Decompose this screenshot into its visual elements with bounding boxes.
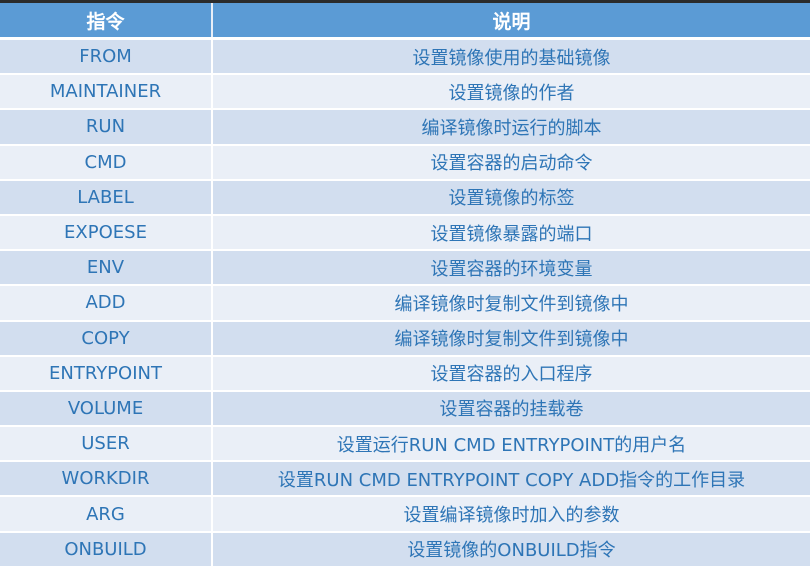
table-row: EXPOESE 设置镜像暴露的端口 [0, 214, 810, 252]
table-row: ADD 编译镜像时复制文件到镜像中 [0, 285, 810, 322]
table-row: VOLUME 设置容器的挂载卷 [0, 390, 810, 428]
instruction-cell: ARG [0, 496, 213, 533]
instruction-cell: ENV [0, 250, 213, 287]
description-cell: 设置容器的挂载卷 [212, 390, 810, 428]
instruction-cell: USER [0, 426, 213, 463]
table-row: WORKDIR 设置RUN CMD ENTRYPOINT COPY ADD指令的工… [0, 461, 810, 498]
description-cell: 设置镜像暴露的端口 [212, 214, 810, 252]
instruction-cell: VOLUME [0, 390, 213, 428]
table-row: ENTRYPOINT 设置容器的入口程序 [0, 355, 810, 392]
instruction-cell: LABEL [0, 179, 213, 216]
instruction-cell: EXPOESE [0, 214, 213, 252]
description-cell: 设置编译镜像时加入的参数 [212, 496, 810, 533]
table-header: 指令 说明 [0, 3, 810, 40]
table-row: ARG 设置编译镜像时加入的参数 [0, 496, 810, 533]
description-cell: 设置镜像的标签 [212, 179, 810, 216]
description-cell: 设置容器的入口程序 [212, 355, 810, 392]
table-row: COPY 编译镜像时复制文件到镜像中 [0, 320, 810, 357]
header-instruction: 指令 [0, 3, 213, 40]
description-cell: 设置运行RUN CMD ENTRYPOINT的用户名 [212, 426, 810, 463]
table-row: ONBUILD 设置镜像的ONBUILD指令 [0, 531, 810, 568]
description-cell: 设置镜像的作者 [212, 74, 810, 111]
instruction-cell: COPY [0, 320, 213, 357]
description-cell: 设置RUN CMD ENTRYPOINT COPY ADD指令的工作目录 [212, 461, 810, 498]
table-row: USER 设置运行RUN CMD ENTRYPOINT的用户名 [0, 426, 810, 463]
description-cell: 编译镜像时运行的脚本 [212, 109, 810, 146]
instruction-cell: MAINTAINER [0, 74, 213, 111]
table-row: RUN 编译镜像时运行的脚本 [0, 109, 810, 146]
description-cell: 设置镜像的ONBUILD指令 [212, 531, 810, 568]
table-row: FROM 设置镜像使用的基础镜像 [0, 38, 810, 76]
description-cell: 编译镜像时复制文件到镜像中 [212, 320, 810, 357]
instruction-cell: CMD [0, 144, 213, 181]
instruction-cell: RUN [0, 109, 213, 146]
table-row: LABEL 设置镜像的标签 [0, 179, 810, 216]
description-cell: 编译镜像时复制文件到镜像中 [212, 285, 810, 322]
instruction-cell: ADD [0, 285, 213, 322]
instruction-cell: ONBUILD [0, 531, 213, 568]
instruction-cell: FROM [0, 38, 213, 76]
header-description: 说明 [212, 3, 810, 40]
table-row: CMD 设置容器的启动命令 [0, 144, 810, 181]
instruction-cell: WORKDIR [0, 461, 213, 498]
table-row: ENV 设置容器的环境变量 [0, 250, 810, 287]
table-row: MAINTAINER 设置镜像的作者 [0, 74, 810, 111]
instruction-cell: ENTRYPOINT [0, 355, 213, 392]
description-cell: 设置镜像使用的基础镜像 [212, 38, 810, 76]
description-cell: 设置容器的环境变量 [212, 250, 810, 287]
description-cell: 设置容器的启动命令 [212, 144, 810, 181]
instruction-table: 指令 说明 FROM 设置镜像使用的基础镜像 MAINTAINER 设置镜像的作者 RU… [0, 3, 810, 568]
